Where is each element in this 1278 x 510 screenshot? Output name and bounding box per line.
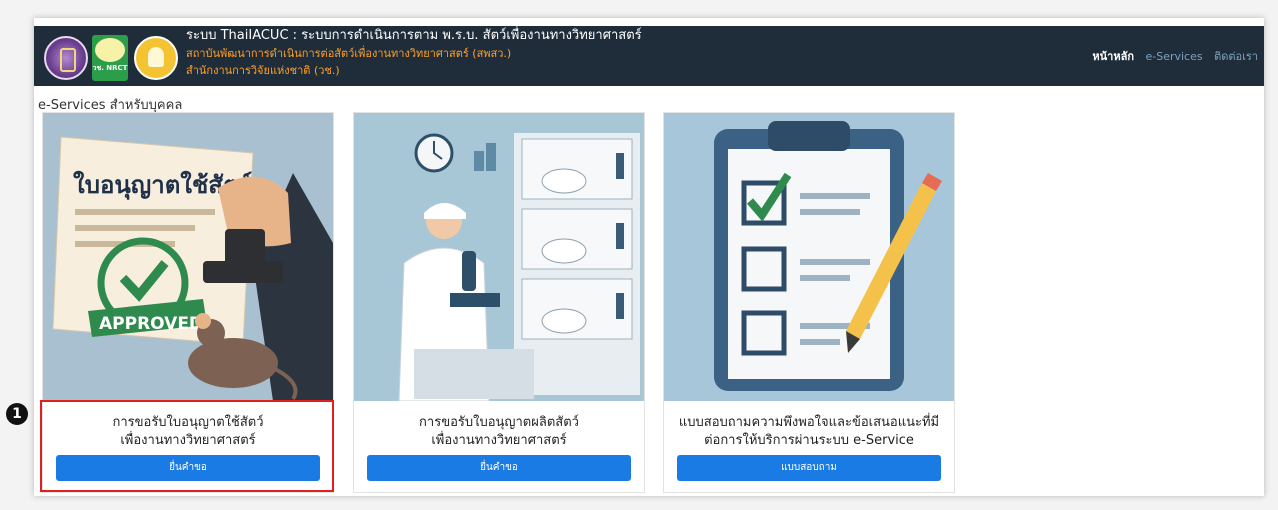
card-title-line2: เพื่องานทางวิทยาศาสตร์ <box>431 433 567 448</box>
nrct-logo-text: วช. NRCT <box>92 64 128 72</box>
top-navbar: วช. NRCT ระบบ ThaiIACUC : ระบบการดำเนินก… <box>34 26 1264 86</box>
step-number-badge: 1 <box>6 403 28 425</box>
clipboard-checklist-illustration <box>664 113 954 401</box>
laboratory-scientist-illustration <box>354 113 644 401</box>
card-satisfaction-survey: แบบสอบถามความพึงพอใจและข้อเสนอแนะที่มี ต… <box>663 112 955 493</box>
highlight-box <box>40 400 334 492</box>
nrct-emblem-icon <box>95 38 125 62</box>
card-animal-production-license: การขอรับใบอนุญาตผลิตสัตว์ เพื่องานทางวิท… <box>353 112 645 493</box>
institute-logo-icon <box>44 36 88 80</box>
submit-request-button[interactable]: ยื่นคำขอ <box>367 455 631 481</box>
nav-links: หน้าหลัก e-Services ติดต่อเรา <box>1084 47 1258 65</box>
nrct-logo-icon: วช. NRCT <box>92 35 128 81</box>
site-subtitle-institute: สถาบันพัฒนาการดำเนินการต่อสัตว์เพื่องานท… <box>186 47 512 60</box>
site-title: ระบบ ThaiIACUC : ระบบการดำเนินการตาม พ.ร… <box>186 28 642 43</box>
approved-stamp-text: APPROVED <box>99 314 203 334</box>
site-subtitle-office: สำนักงานการวิจัยแห่งชาติ (วช.) <box>186 64 340 77</box>
license-approved-illustration: ใบอนุญาตใช้สัตว์ฯ APPROVED <box>43 113 333 401</box>
nav-contact-link[interactable]: ติดต่อเรา <box>1214 50 1258 63</box>
agency-logo-icon <box>134 36 178 80</box>
survey-button[interactable]: แบบสอบถาม <box>677 455 941 481</box>
card-title-line2: ต่อการให้บริการผ่านระบบ e-Service <box>704 433 914 448</box>
nav-eservices-link[interactable]: e-Services <box>1145 50 1202 63</box>
nav-home-link[interactable]: หน้าหลัก <box>1092 50 1134 63</box>
